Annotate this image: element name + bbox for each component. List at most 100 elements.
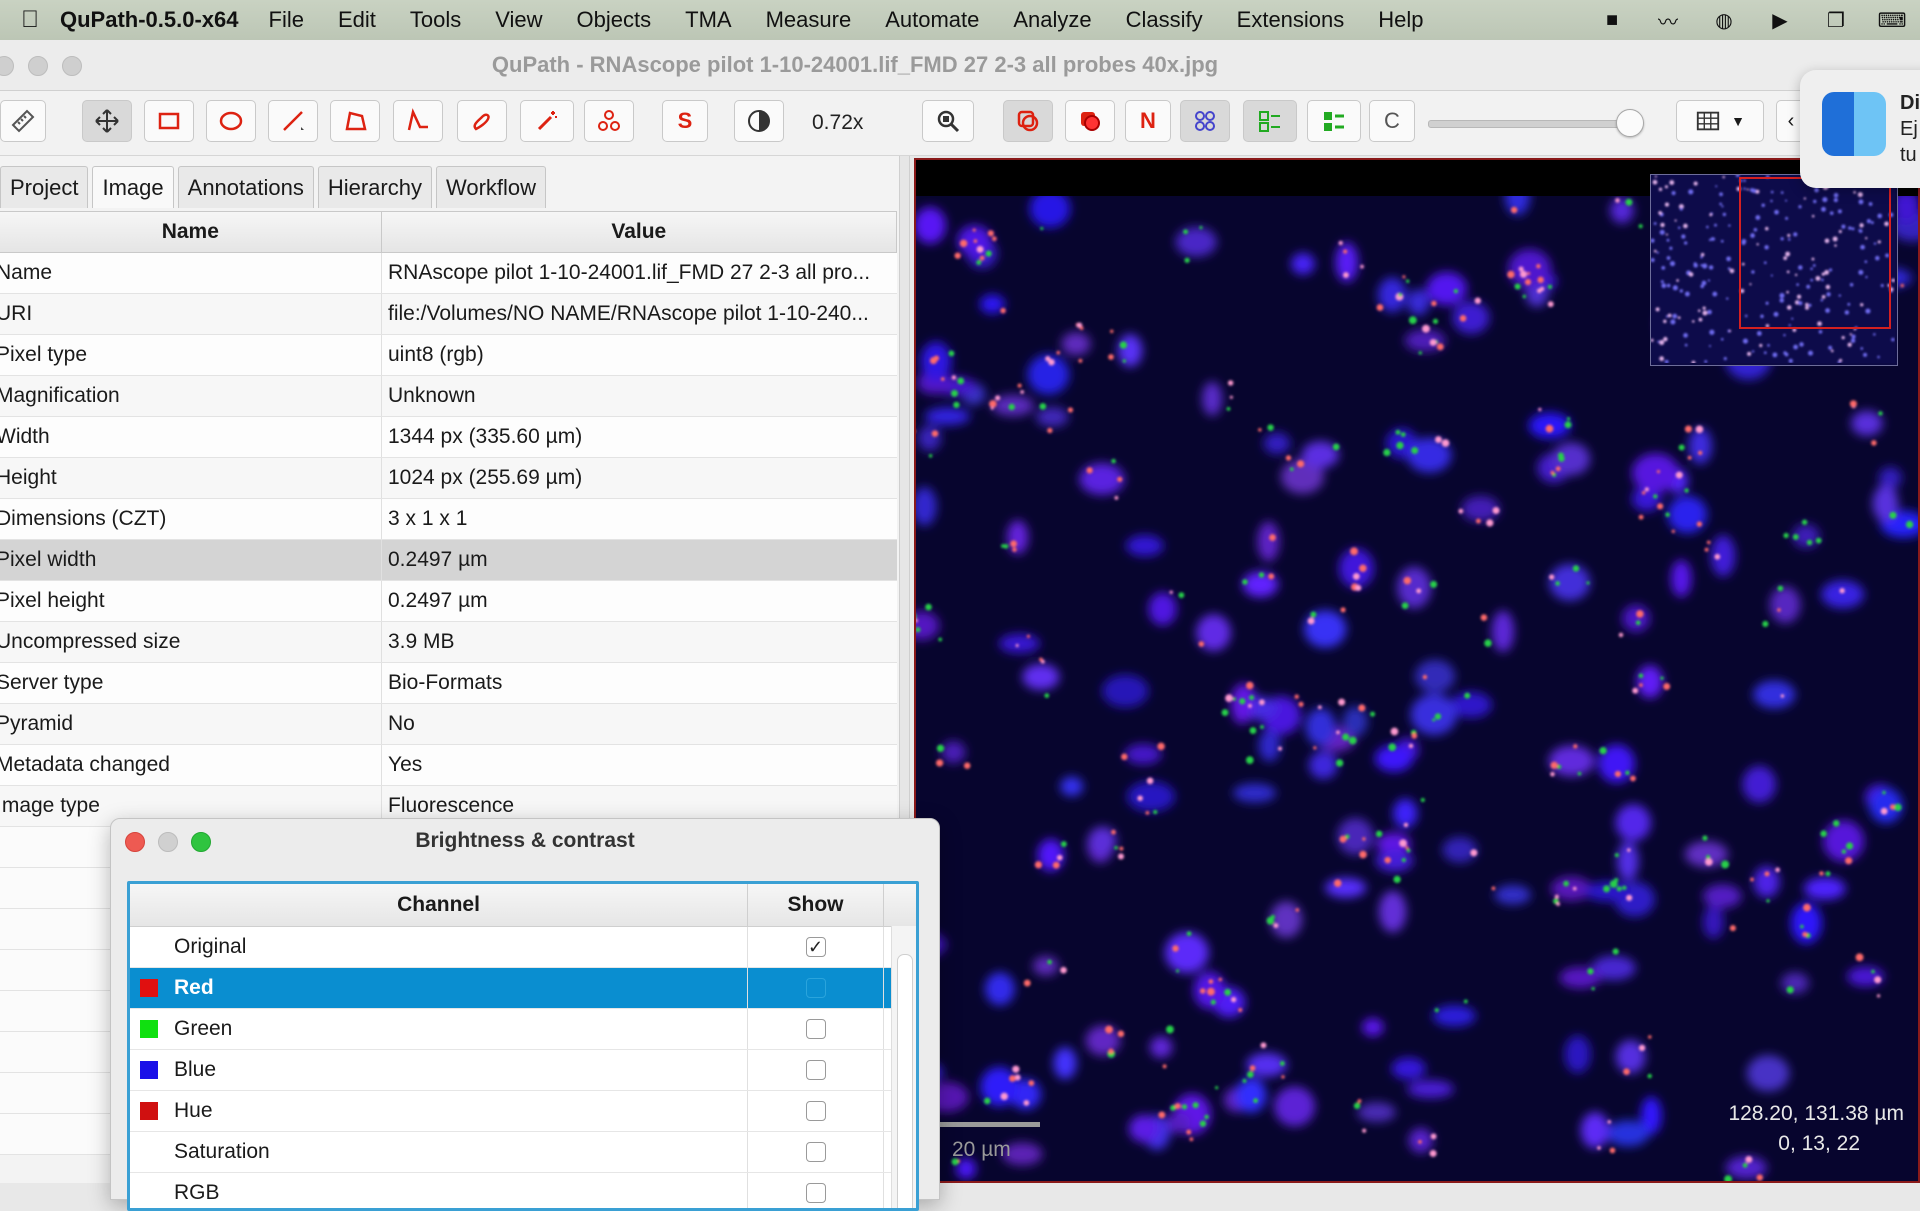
property-name: URI xyxy=(0,294,382,334)
menu-tools[interactable]: Tools xyxy=(410,7,461,33)
channel-table-scrollbar[interactable] xyxy=(891,926,916,1211)
menu-file[interactable]: File xyxy=(269,7,304,33)
menu-automate[interactable]: Automate xyxy=(885,7,979,33)
table-row[interactable]: Metadata changedYes xyxy=(0,745,897,786)
tab-annotations[interactable]: Annotations xyxy=(178,166,314,208)
show-channel-checkbox[interactable]: ✓ xyxy=(806,937,826,957)
column-header-value[interactable]: Value xyxy=(382,212,897,252)
table-row[interactable]: Pixel height0.2497 µm xyxy=(0,581,897,622)
menu-tma[interactable]: TMA xyxy=(685,7,731,33)
menu-objects[interactable]: Objects xyxy=(577,7,652,33)
menu-view[interactable]: View xyxy=(495,7,542,33)
channel-row-green[interactable]: Green xyxy=(130,1009,916,1050)
show-channel-checkbox[interactable] xyxy=(806,1101,826,1121)
nucleus-blob xyxy=(1375,849,1413,872)
table-row-selected[interactable]: Pixel width0.2497 µm xyxy=(0,540,897,581)
channel-row-hue[interactable]: Hue xyxy=(130,1091,916,1132)
table-row[interactable]: URIfile:/Volumes/NO NAME/RNAscope pilot … xyxy=(0,294,897,335)
probe-spot xyxy=(1350,547,1358,555)
probe-spot xyxy=(973,229,976,232)
camera-icon[interactable]: ■ xyxy=(1594,6,1630,34)
column-header-name[interactable]: Name xyxy=(0,212,382,252)
tma-grid-icon xyxy=(1191,107,1219,135)
show-annotations-button[interactable] xyxy=(1003,100,1053,142)
selection-mode-button[interactable]: S xyxy=(662,100,708,142)
ellipse-tool-button[interactable] xyxy=(206,100,256,142)
measurement-table-button[interactable]: ▼ xyxy=(1676,100,1764,142)
table-row[interactable]: NameRNAscope pilot 1-10-24001.lif_FMD 27… xyxy=(0,253,897,294)
apple-icon[interactable]:  xyxy=(0,6,60,34)
move-tool-button[interactable] xyxy=(82,100,132,142)
scrollbar-thumb[interactable] xyxy=(897,954,913,1211)
show-tma-grid-button[interactable] xyxy=(1180,100,1230,142)
activity-icon[interactable]: 〰 xyxy=(1650,6,1686,34)
tab-hierarchy[interactable]: Hierarchy xyxy=(318,166,432,208)
probe-spot xyxy=(1423,675,1427,679)
table-row[interactable]: Server typeBio-Formats xyxy=(0,663,897,704)
finder-notification[interactable]: Di Ej tu xyxy=(1800,70,1920,188)
column-header-show[interactable]: Show xyxy=(748,884,884,926)
probe-spot xyxy=(1010,540,1017,547)
table-row[interactable]: Width1344 px (335.60 µm) xyxy=(0,417,897,458)
brush-tool-button[interactable] xyxy=(457,100,507,142)
show-channel-checkbox[interactable] xyxy=(806,1019,826,1039)
table-row[interactable]: MagnificationUnknown xyxy=(0,376,897,417)
rectangle-icon xyxy=(155,107,183,135)
overview-viewport-box[interactable] xyxy=(1739,177,1891,329)
globe-icon[interactable]: ◍ xyxy=(1706,6,1742,34)
play-icon[interactable]: ▶ xyxy=(1762,6,1798,34)
table-row[interactable]: Uncompressed size3.9 MB xyxy=(0,622,897,663)
brightness-contrast-button[interactable] xyxy=(734,100,784,142)
overview-dot xyxy=(1808,351,1813,356)
channel-row-red[interactable]: Red xyxy=(130,968,916,1009)
channel-row-rgb[interactable]: RGB xyxy=(130,1173,916,1211)
show-channel-checkbox[interactable] xyxy=(806,1060,826,1080)
windows-icon[interactable]: ❐ xyxy=(1818,6,1854,34)
channel-row-original[interactable]: Original✓ xyxy=(130,927,916,968)
table-row[interactable]: Dimensions (CZT)3 x 1 x 1 xyxy=(0,499,897,540)
show-connections-button[interactable]: C xyxy=(1369,100,1415,142)
polygon-tool-button[interactable] xyxy=(330,100,380,142)
tab-workflow[interactable]: Workflow xyxy=(436,166,546,208)
overview-thumbnail[interactable] xyxy=(1650,174,1898,366)
menu-help[interactable]: Help xyxy=(1378,7,1423,33)
show-channel-checkbox[interactable] xyxy=(806,1183,826,1203)
tab-project[interactable]: Project xyxy=(0,166,88,208)
notification-line: Ej xyxy=(1900,116,1920,142)
probe-spot xyxy=(1431,301,1436,306)
keyboard-icon[interactable]: ⌨ xyxy=(1874,6,1910,34)
show-channel-checkbox[interactable] xyxy=(806,1142,826,1162)
probe-spot xyxy=(1546,425,1554,433)
image-viewer[interactable]: 20 µm 128.20, 131.38 µm 0, 13, 22 xyxy=(914,158,1920,1183)
column-header-channel[interactable]: Channel xyxy=(130,884,748,926)
table-row[interactable]: Pixel typeuint8 (rgb) xyxy=(0,335,897,376)
wand-tool-button[interactable] xyxy=(520,100,574,142)
table-row[interactable]: PyramidNo xyxy=(0,704,897,745)
rectangle-tool-button[interactable] xyxy=(144,100,194,142)
measure-tool-button[interactable] xyxy=(0,100,46,142)
app-menu[interactable]: QuPath-0.5.0-x64 xyxy=(60,7,239,33)
polyline-tool-button[interactable] xyxy=(393,100,443,142)
fill-annotations-button[interactable] xyxy=(1065,100,1115,142)
table-row[interactable]: Height1024 px (255.69 µm) xyxy=(0,458,897,499)
menu-measure[interactable]: Measure xyxy=(766,7,852,33)
menu-analyze[interactable]: Analyze xyxy=(1013,7,1091,33)
tab-image[interactable]: Image xyxy=(92,166,173,208)
property-name: Pixel height xyxy=(0,581,382,621)
points-tool-button[interactable] xyxy=(584,100,634,142)
channel-row-blue[interactable]: Blue xyxy=(130,1050,916,1091)
show-names-button[interactable]: N xyxy=(1125,100,1171,142)
menu-edit[interactable]: Edit xyxy=(338,7,376,33)
probe-spot xyxy=(1881,808,1888,815)
line-tool-button[interactable] xyxy=(268,100,318,142)
zoom-to-fit-button[interactable] xyxy=(922,100,974,142)
channel-row-saturation[interactable]: Saturation xyxy=(130,1132,916,1173)
opacity-slider-track[interactable] xyxy=(1428,120,1642,128)
fill-detections-button[interactable] xyxy=(1307,100,1361,142)
overview-dot xyxy=(1688,189,1693,194)
show-detections-button[interactable] xyxy=(1243,100,1297,142)
probe-spot xyxy=(932,430,939,437)
menu-extensions[interactable]: Extensions xyxy=(1237,7,1345,33)
show-channel-checkbox[interactable] xyxy=(806,978,826,998)
menu-classify[interactable]: Classify xyxy=(1126,7,1203,33)
